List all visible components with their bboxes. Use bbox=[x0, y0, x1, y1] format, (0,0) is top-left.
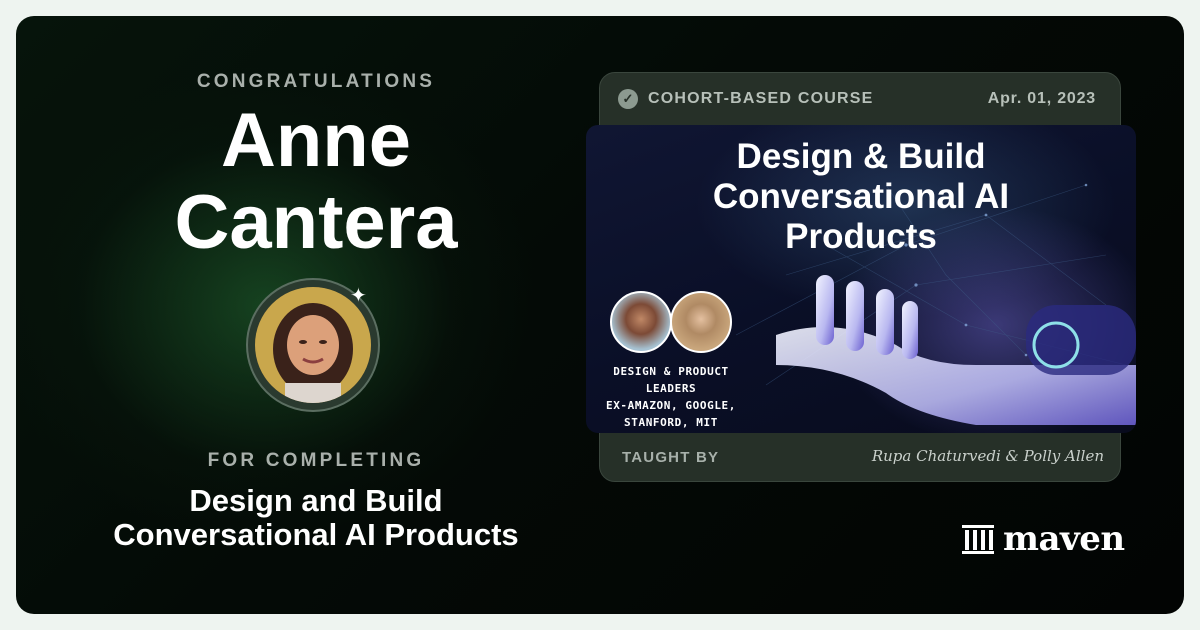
recipient-panel: CONGRATULATIONS Anne Cantera ✦ FOR COMPL… bbox=[16, 16, 616, 614]
maven-logo: maven bbox=[961, 519, 1125, 559]
robot-hand-illustration bbox=[776, 275, 1136, 425]
course-title-line-1: Design and Build bbox=[189, 483, 443, 518]
taught-by-label: TAUGHT BY bbox=[622, 449, 720, 466]
instructor-avatar-1 bbox=[610, 291, 672, 353]
instructor-tagline-line-4: STANFORD, MIT bbox=[624, 416, 718, 429]
course-card: ✓ COHORT-BASED COURSE Apr. 01, 2023 Desi… bbox=[586, 72, 1136, 483]
course-date: Apr. 01, 2023 bbox=[987, 90, 1096, 107]
instructor-tagline-line-2: LEADERS bbox=[645, 382, 697, 395]
recipient-last-name: Cantera bbox=[174, 180, 458, 265]
course-title-line-2: Conversational AI Products bbox=[113, 517, 519, 552]
instructor-tagline-line-3: EX-AMAZON, GOOGLE, bbox=[605, 399, 736, 412]
recipient-first-name: Anne bbox=[221, 98, 411, 183]
banner-title-line-3: Products bbox=[785, 217, 937, 256]
logo-text: maven bbox=[1003, 519, 1125, 559]
instructor-tagline-line-1: DESIGN & PRODUCT bbox=[613, 365, 729, 378]
instructor-tagline: DESIGN & PRODUCT LEADERS EX-AMAZON, GOOG… bbox=[596, 363, 746, 431]
course-card-header: ✓ COHORT-BASED COURSE Apr. 01, 2023 bbox=[600, 73, 1122, 125]
verified-badge-icon: ✓ bbox=[618, 89, 638, 109]
sparkle-icon: ✦ bbox=[350, 285, 367, 307]
course-card-footer: TAUGHT BY Rupa Chaturvedi & Polly Allen bbox=[600, 433, 1122, 483]
course-title: Design and Build Conversational AI Produ… bbox=[16, 484, 616, 552]
course-type-label: COHORT-BASED COURSE bbox=[648, 90, 874, 107]
course-banner: Design & Build Conversational AI Product… bbox=[586, 125, 1136, 433]
instructor-avatar-2 bbox=[670, 291, 732, 353]
instructors-signature: Rupa Chaturvedi & Polly Allen bbox=[871, 447, 1104, 465]
recipient-name: Anne Cantera bbox=[16, 100, 616, 264]
banner-title-line-2: Conversational AI bbox=[712, 177, 1010, 216]
congratulations-label: CONGRATULATIONS bbox=[196, 71, 436, 92]
banner-title-line-1: Design & Build bbox=[736, 137, 986, 176]
for-completing-label: FOR COMPLETING bbox=[207, 450, 425, 471]
columns-icon bbox=[962, 525, 994, 554]
certificate-card: CONGRATULATIONS Anne Cantera ✦ FOR COMPL… bbox=[16, 16, 1184, 614]
banner-title: Design & Build Conversational AI Product… bbox=[646, 137, 1076, 257]
